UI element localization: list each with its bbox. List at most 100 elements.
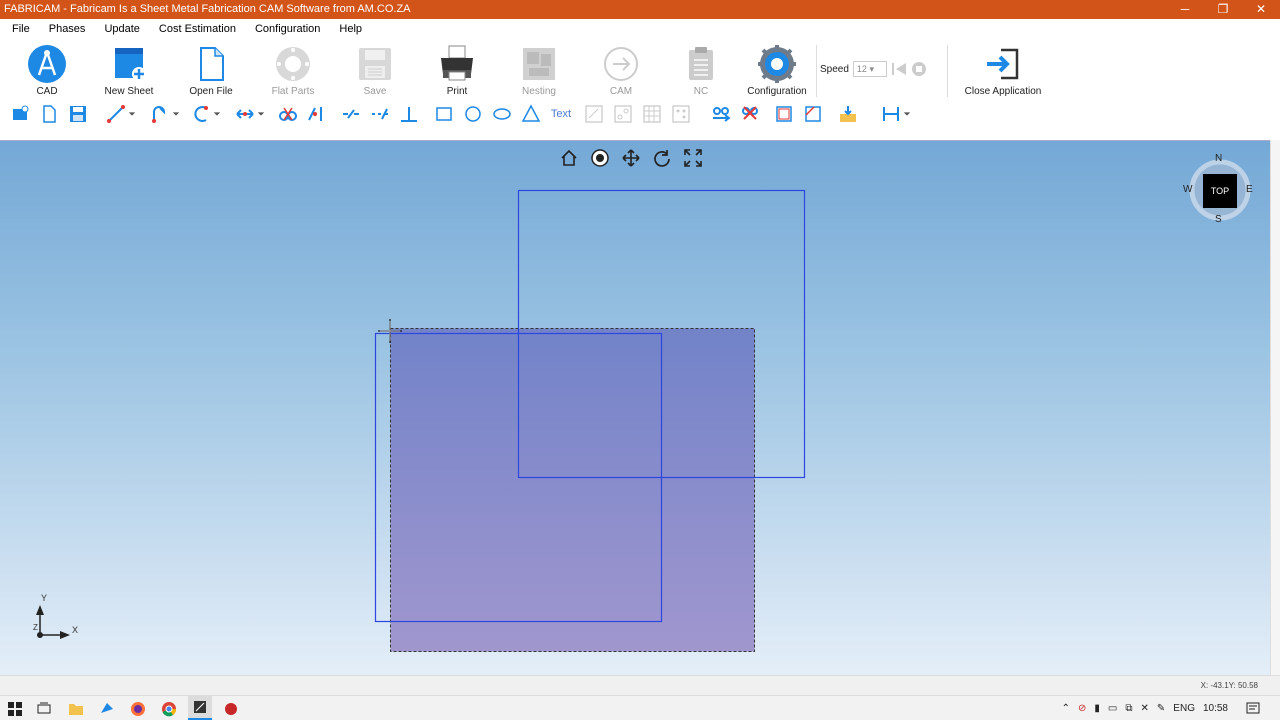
- chevron-down-icon[interactable]: [211, 104, 223, 124]
- arc-tool-icon[interactable]: [190, 104, 212, 124]
- cursor-coordinates: X: -43.1Y: 50.58: [1200, 681, 1258, 690]
- sheet-material-icon[interactable]: [836, 104, 860, 124]
- printer-icon: [437, 44, 477, 84]
- tray-network-icon[interactable]: ⊘: [1078, 696, 1086, 721]
- skip-back-icon[interactable]: [891, 62, 907, 76]
- tray-language[interactable]: ENG: [1173, 696, 1195, 721]
- open-file-button[interactable]: Open File: [170, 42, 252, 98]
- cad-button[interactable]: CAD: [6, 42, 88, 98]
- title-bar: FABRICAM - Fabricam Is a Sheet Metal Fab…: [0, 0, 1280, 19]
- layers-icon[interactable]: [9, 104, 31, 124]
- drawing-canvas[interactable]: Y Z X TOP N S W E: [0, 140, 1270, 675]
- chrome-icon[interactable]: [160, 700, 178, 718]
- task-view-icon[interactable]: [35, 700, 53, 718]
- print-button[interactable]: Print: [416, 42, 498, 98]
- extend-tool-icon[interactable]: [304, 104, 326, 124]
- save-button[interactable]: Save: [334, 42, 416, 98]
- save-label: Save: [363, 86, 387, 97]
- menu-file[interactable]: File: [0, 19, 37, 39]
- axis-z-label: Z: [33, 623, 38, 632]
- selection-box: [390, 328, 755, 652]
- new-sheet-button[interactable]: New Sheet: [88, 42, 170, 98]
- close-window-button[interactable]: ✕: [1242, 0, 1280, 19]
- measure-tool-icon[interactable]: [880, 104, 902, 124]
- tray-clock[interactable]: 10:58: [1203, 696, 1228, 721]
- chevron-down-icon[interactable]: [901, 104, 913, 124]
- axis-x-label: X: [72, 625, 79, 635]
- split-tool-icon[interactable]: [369, 104, 391, 124]
- app-bird-icon[interactable]: [98, 700, 116, 718]
- fabricam-taskbar-icon[interactable]: [188, 696, 212, 720]
- menu-cost-estimation[interactable]: Cost Estimation: [147, 19, 243, 39]
- view-compass[interactable]: TOP N S W E: [1183, 153, 1254, 226]
- menu-phases[interactable]: Phases: [37, 19, 93, 39]
- menu-configuration[interactable]: Configuration: [243, 19, 327, 39]
- menu-help[interactable]: Help: [327, 19, 369, 39]
- delete-join-icon[interactable]: [739, 104, 761, 124]
- windows-start-icon[interactable]: [6, 700, 24, 718]
- nesting-icon: [519, 44, 559, 84]
- close-application-label: Close Application: [964, 86, 1042, 97]
- nesting-button[interactable]: Nesting: [498, 42, 580, 98]
- array-grid-icon[interactable]: [641, 104, 663, 124]
- perpendicular-tool-icon[interactable]: [398, 104, 420, 124]
- flat-parts-icon: [273, 44, 313, 84]
- array-dots-icon[interactable]: [670, 104, 692, 124]
- speed-value: 12: [856, 64, 867, 74]
- menu-update[interactable]: Update: [92, 19, 146, 39]
- trim-tool-icon[interactable]: [277, 104, 299, 124]
- speed-select[interactable]: 12 ▾: [852, 61, 887, 77]
- configuration-button[interactable]: Configuration: [736, 42, 818, 98]
- gear-icon: [757, 44, 797, 84]
- rectangle-tool-icon[interactable]: [433, 104, 455, 124]
- line-tool-icon[interactable]: [105, 104, 127, 124]
- print-label: Print: [446, 86, 468, 97]
- nest-parts-icon[interactable]: [583, 104, 605, 124]
- chevron-down-icon[interactable]: [126, 104, 138, 124]
- chevron-down-icon[interactable]: [170, 104, 182, 124]
- tray-display-icon[interactable]: ⧉: [1125, 696, 1132, 721]
- cam-button[interactable]: CAM: [580, 42, 662, 98]
- chevron-down-icon[interactable]: [255, 104, 267, 124]
- close-application-button[interactable]: Close Application: [960, 42, 1046, 98]
- restore-button[interactable]: ❐: [1204, 0, 1242, 19]
- nesting-label: Nesting: [522, 86, 556, 97]
- firefox-icon[interactable]: [129, 700, 147, 718]
- diagonal-frame-icon[interactable]: [802, 104, 824, 124]
- dimension-tool-icon[interactable]: [234, 104, 256, 124]
- nest-grid-icon[interactable]: [612, 104, 634, 124]
- ellipse-tool-icon[interactable]: [491, 104, 513, 124]
- configuration-label: Configuration: [747, 86, 807, 97]
- axis-y-label: Y: [41, 593, 48, 603]
- polygon-tool-icon[interactable]: [520, 104, 542, 124]
- vertical-scrollbar[interactable]: [1270, 140, 1280, 675]
- viewcube-top-face[interactable]: TOP: [1203, 174, 1237, 208]
- open-file-label: Open File: [189, 86, 233, 97]
- minimize-button[interactable]: ─: [1166, 0, 1204, 19]
- stop-icon[interactable]: [911, 62, 927, 76]
- tray-mic-icon[interactable]: ▮: [1094, 696, 1100, 721]
- frame-tool-icon[interactable]: [773, 104, 795, 124]
- save-small-icon[interactable]: [67, 104, 89, 124]
- new-document-icon[interactable]: [38, 104, 60, 124]
- tray-volume-icon[interactable]: ✕: [1141, 696, 1149, 721]
- save-icon: [355, 44, 395, 84]
- exit-icon: [983, 44, 1023, 84]
- text-tool-button[interactable]: Text: [546, 104, 576, 124]
- flat-parts-button[interactable]: Flat Parts: [252, 42, 334, 98]
- join-tool-icon[interactable]: [710, 104, 732, 124]
- tray-pen-icon[interactable]: ✎: [1157, 696, 1165, 721]
- circle-tool-icon[interactable]: [462, 104, 484, 124]
- tray-chevron-up-icon[interactable]: ⌃: [1062, 696, 1070, 721]
- new-sheet-label: New Sheet: [104, 86, 154, 97]
- nc-button[interactable]: NC: [660, 42, 742, 98]
- speed-label: Speed: [820, 63, 849, 75]
- notifications-icon[interactable]: [1244, 700, 1262, 718]
- polyline-tool-icon[interactable]: [149, 104, 171, 124]
- compass-south: S: [1215, 214, 1222, 225]
- break-tool-icon[interactable]: [340, 104, 362, 124]
- recorder-icon[interactable]: [222, 700, 240, 718]
- tray-battery-icon[interactable]: ▭: [1108, 696, 1117, 721]
- new-sheet-icon: [109, 44, 149, 84]
- file-explorer-icon[interactable]: [67, 700, 85, 718]
